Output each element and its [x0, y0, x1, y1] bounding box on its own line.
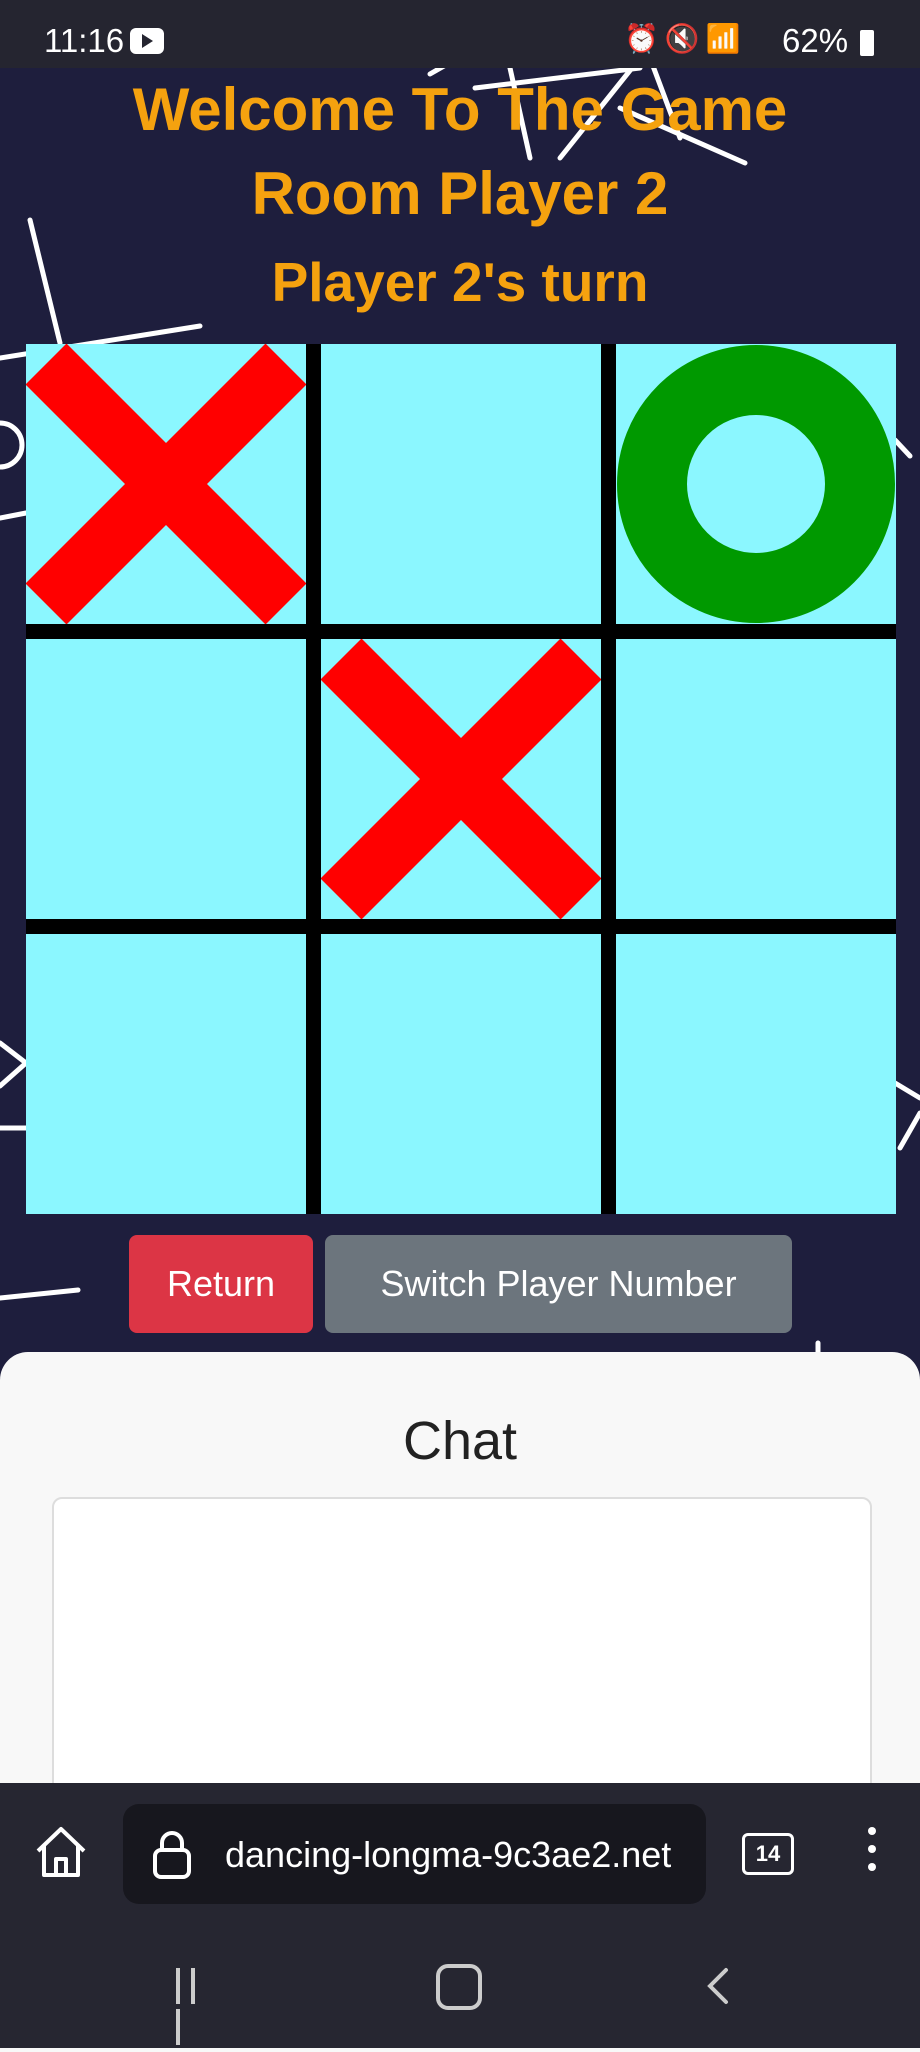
back-icon[interactable]: [700, 1966, 740, 2006]
board-cell-4[interactable]: [26, 639, 306, 919]
board-cell-3[interactable]: [616, 344, 896, 624]
x-mark: [26, 344, 306, 624]
board-cell-6[interactable]: [616, 639, 896, 919]
tic-tac-toe-board: [26, 344, 896, 1214]
turn-indicator: Player 2's turn: [271, 251, 649, 313]
board-cell-9[interactable]: [616, 934, 896, 1214]
lock-icon: [153, 1831, 191, 1879]
address-bar[interactable]: dancing-longma-9c3ae2.net: [123, 1804, 706, 1904]
tabs-count-button[interactable]: 14: [742, 1833, 794, 1875]
status-bar: 11:16 ⏰🔇📶 62%: [0, 0, 920, 68]
more-menu-icon[interactable]: [868, 1827, 876, 1877]
system-nav-bar: [0, 1918, 920, 2048]
home-icon[interactable]: [32, 1823, 90, 1881]
o-mark: [617, 345, 895, 623]
chat-title: Chat: [402, 1411, 518, 1471]
nav-home-icon[interactable]: [436, 1964, 482, 2010]
url-text: dancing-longma-9c3ae2.net: [225, 1834, 672, 1875]
battery-icon: [860, 30, 874, 56]
x-mark: [321, 639, 601, 919]
board-cell-2[interactable]: [321, 344, 601, 624]
mute-icon: 🔇: [664, 23, 706, 54]
recents-icon[interactable]: [176, 1968, 220, 2045]
return-button[interactable]: Return: [129, 1235, 313, 1333]
battery-percent: 62%: [782, 22, 849, 59]
welcome-title-line2: Room Player 2: [251, 160, 669, 227]
board-cell-1[interactable]: [26, 344, 306, 624]
board-cell-7[interactable]: [26, 934, 306, 1214]
welcome-title: Welcome To The Game Room Player 2: [0, 68, 920, 236]
wifi-icon: 📶: [705, 23, 747, 54]
welcome-title-line1: Welcome To The Game: [132, 76, 788, 143]
status-time: 11:16: [44, 22, 125, 59]
status-icons: ⏰🔇📶: [624, 22, 747, 55]
board-cell-5[interactable]: [321, 639, 601, 919]
alarm-icon: ⏰: [624, 23, 665, 54]
board-cell-8[interactable]: [321, 934, 601, 1214]
switch-player-number-button[interactable]: Switch Player Number: [325, 1235, 792, 1333]
browser-toolbar: dancing-longma-9c3ae2.net 14: [0, 1783, 920, 1918]
youtube-icon: [130, 28, 164, 54]
